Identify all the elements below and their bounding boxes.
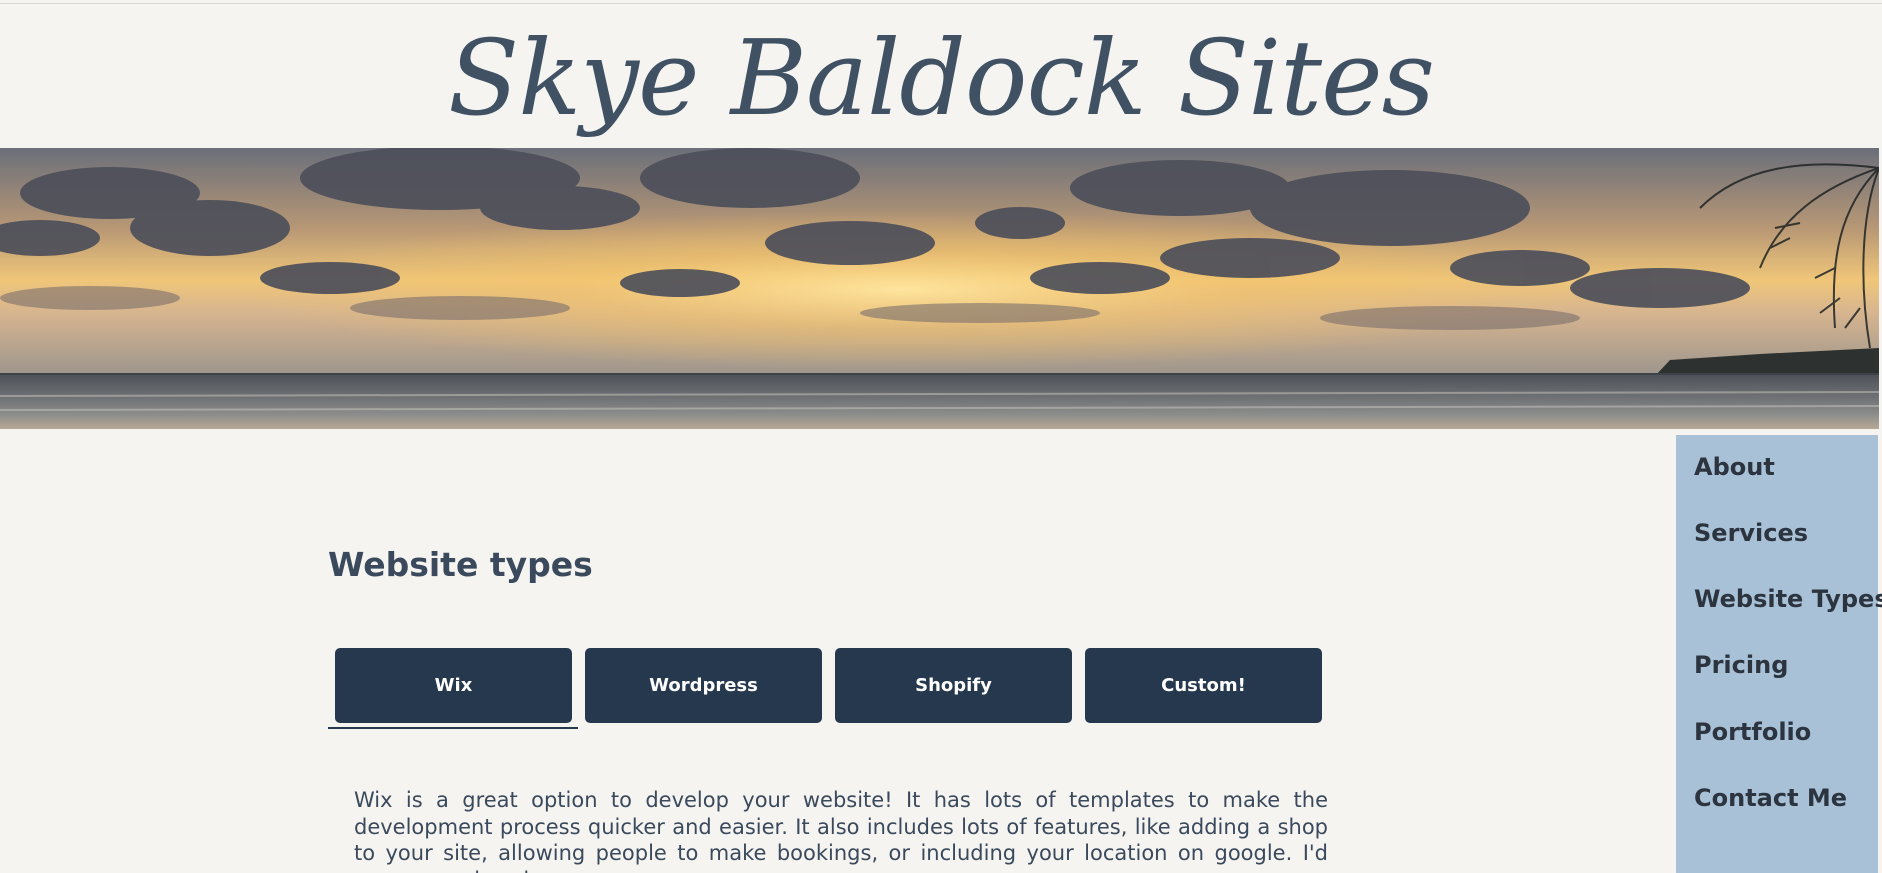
nav-item-portfolio[interactable]: Portfolio [1694,718,1811,746]
nav-item-about[interactable]: About [1694,453,1775,481]
sunset-beach-banner [0,148,1879,429]
tab-wix[interactable]: Wix [335,648,572,723]
page: Skye Baldock Sites Website types Wix Wor… [0,0,1882,873]
nav-item-pricing[interactable]: Pricing [1694,651,1788,679]
banner-image [0,148,1879,429]
tab-shopify[interactable]: Shopify [835,648,1072,723]
nav-item-contact-me[interactable]: Contact Me [1694,784,1847,812]
site-title[interactable]: Skye Baldock Sites [0,8,1882,148]
tab-wordpress[interactable]: Wordpress [585,648,822,723]
nav-item-services[interactable]: Services [1694,519,1808,547]
top-divider [0,3,1882,4]
tab-description: Wix is a great option to develop your we… [354,788,1328,873]
nav-item-website-types[interactable]: Website Types [1694,585,1882,613]
section-title: Website types [328,545,593,584]
active-tab-indicator [328,727,578,729]
tab-custom[interactable]: Custom! [1085,648,1322,723]
sidebar-nav: About Services Website Types Pricing Por… [1676,435,1882,873]
